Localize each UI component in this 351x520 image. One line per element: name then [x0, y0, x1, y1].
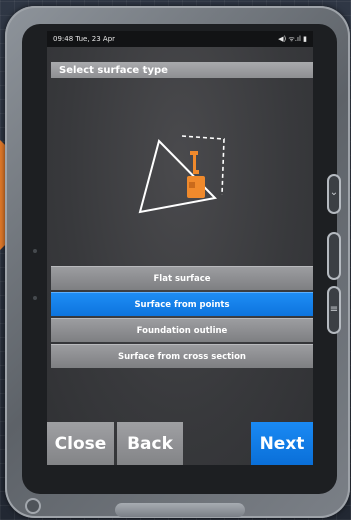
- page-title-text: Select surface type: [59, 64, 168, 76]
- status-indicators: ◀) ᯤ.ıl ▮: [278, 34, 307, 43]
- side-button-menu[interactable]: ≡: [327, 286, 341, 334]
- option-label: Flat surface: [153, 273, 211, 284]
- option-label: Surface from points: [134, 299, 230, 310]
- option-surface-from-points[interactable]: Surface from points: [51, 292, 313, 316]
- bottom-logo-strip: [115, 503, 245, 517]
- chevron-down-icon: ⌄: [329, 187, 339, 198]
- side-button-chevron[interactable]: ⌄: [327, 174, 341, 214]
- page-title: Select surface type: [51, 62, 313, 78]
- sensor-dot: [33, 249, 37, 253]
- app-screen: 09:48 Tue, 23 Apr ◀) ᯤ.ıl ▮ Select surfa…: [47, 31, 313, 465]
- option-label: Foundation outline: [136, 325, 228, 336]
- option-flat-surface[interactable]: Flat surface: [51, 266, 313, 290]
- close-button[interactable]: Close: [47, 422, 114, 465]
- close-button-label: Close: [54, 433, 107, 454]
- next-button[interactable]: Next: [251, 422, 313, 465]
- status-time-date: 09:48 Tue, 23 Apr: [53, 35, 116, 43]
- sensor-dot: [33, 296, 37, 300]
- option-surface-from-cross-section[interactable]: Surface from cross section: [51, 344, 313, 368]
- side-button-middle[interactable]: [327, 232, 341, 280]
- status-bar: 09:48 Tue, 23 Apr ◀) ᯤ.ıl ▮: [47, 31, 313, 47]
- next-button-label: Next: [259, 433, 305, 454]
- back-button[interactable]: Back: [117, 422, 183, 465]
- option-label: Surface from cross section: [118, 351, 246, 362]
- excavator-icon: [187, 151, 205, 198]
- menu-icon: ≡: [329, 304, 339, 315]
- option-foundation-outline[interactable]: Foundation outline: [51, 318, 313, 342]
- camera-lens: [25, 498, 41, 514]
- back-button-label: Back: [127, 433, 173, 454]
- surface-illustration: [138, 135, 225, 214]
